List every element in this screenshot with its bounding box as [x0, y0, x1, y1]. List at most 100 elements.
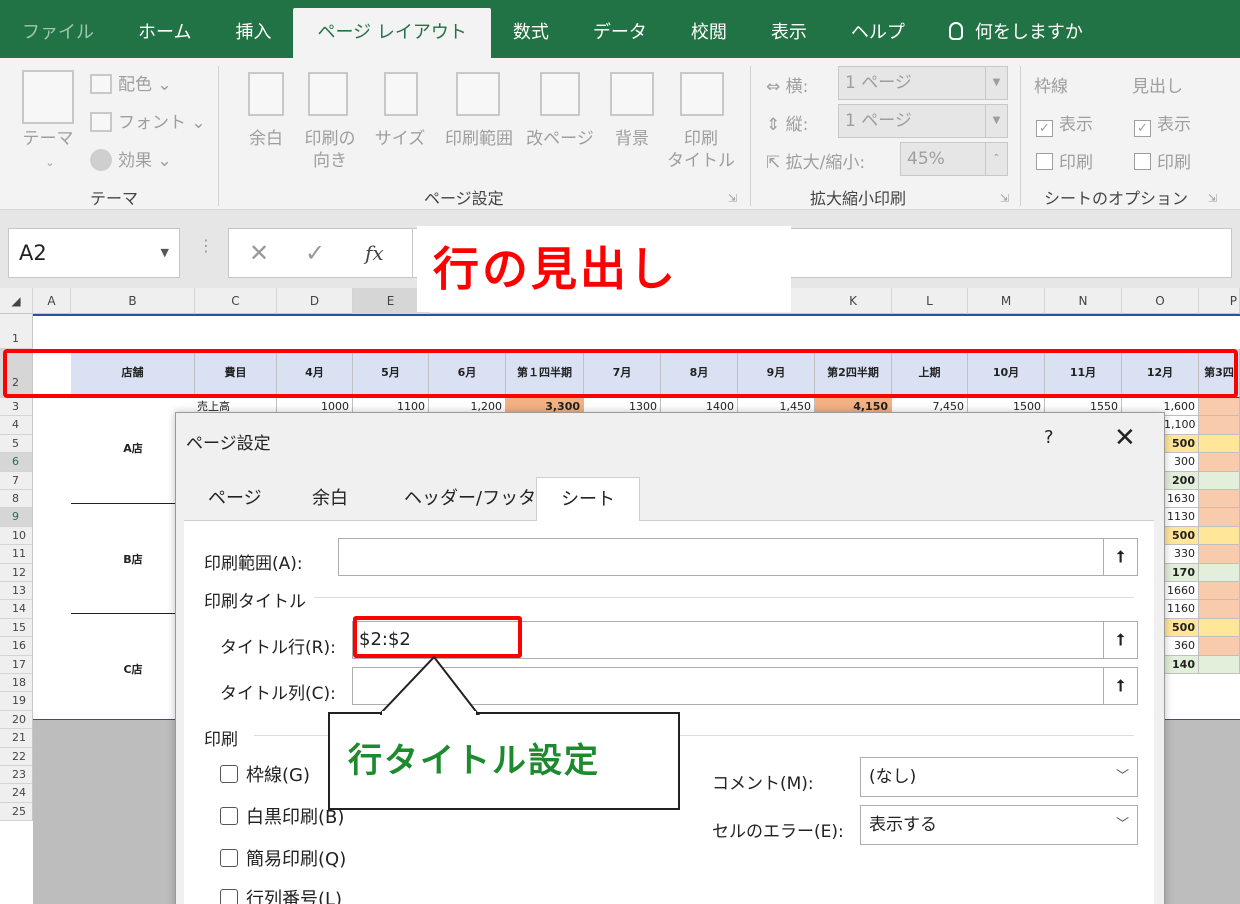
headings-view-checkbox[interactable]: ✓ 表示 — [1134, 110, 1191, 137]
tab-formulas[interactable]: 数式 — [491, 8, 571, 58]
table-cell[interactable]: 1130 — [1164, 508, 1199, 527]
column-header[interactable]: O — [1122, 288, 1199, 314]
table-cell[interactable]: 140 — [1164, 655, 1199, 674]
dialog-launcher-icon[interactable]: ⇲ — [728, 192, 737, 205]
table-cell[interactable]: 1,100 — [1164, 416, 1199, 435]
tab-home[interactable]: ホーム — [116, 8, 213, 58]
theme-icon[interactable] — [22, 70, 74, 124]
row-header[interactable]: 1 — [0, 314, 33, 349]
margins-button[interactable]: 余白 — [236, 128, 296, 150]
row-header[interactable]: 22 — [0, 747, 33, 766]
close-button[interactable]: ✕ — [1114, 423, 1136, 453]
table-cell[interactable]: 360 — [1164, 637, 1199, 656]
table-cell[interactable] — [1199, 416, 1240, 435]
row-col-headings-checkbox[interactable]: 行列番号(L) — [220, 885, 342, 904]
select-all-corner[interactable]: ◢ — [0, 288, 33, 314]
print-area-input[interactable]: ⭡ — [338, 538, 1138, 576]
row-header[interactable]: 7 — [0, 471, 33, 490]
table-cell[interactable] — [1199, 490, 1240, 509]
column-header[interactable]: N — [1045, 288, 1122, 314]
table-cell[interactable] — [1199, 526, 1240, 546]
row-header[interactable]: 13 — [0, 582, 33, 601]
tab-page-layout[interactable]: ページ レイアウト — [293, 8, 491, 58]
column-header[interactable]: B — [71, 288, 195, 314]
gridlines-view-checkbox[interactable]: ✓ 表示 — [1036, 110, 1093, 137]
table-cell[interactable]: 1630 — [1164, 490, 1199, 509]
scale-stepper[interactable]: 45% ⌃ — [900, 142, 1008, 176]
table-cell[interactable]: 330 — [1164, 545, 1199, 564]
insert-function-icon[interactable]: fx — [365, 229, 384, 277]
print-area-button[interactable]: 印刷範囲 — [436, 128, 522, 150]
table-cell[interactable]: 170 — [1164, 563, 1199, 582]
row-header[interactable]: 12 — [0, 563, 33, 582]
enter-icon[interactable]: ✓ — [305, 229, 325, 277]
table-cell[interactable]: 200 — [1164, 471, 1199, 490]
row-header[interactable]: 23 — [0, 766, 33, 785]
row-header[interactable]: 24 — [0, 784, 33, 803]
row-header[interactable]: 17 — [0, 655, 33, 674]
column-header[interactable]: M — [968, 288, 1045, 314]
width-select[interactable]: 1 ページ ▼ — [838, 66, 1008, 100]
table-cell[interactable]: 500 — [1164, 618, 1199, 638]
table-cell[interactable] — [1199, 471, 1240, 490]
cancel-icon[interactable]: ✕ — [249, 229, 269, 277]
row-header[interactable]: 8 — [0, 490, 33, 509]
table-cell[interactable] — [1199, 637, 1240, 656]
collapse-dialog-icon[interactable]: ⭡ — [1103, 622, 1137, 658]
tab-review[interactable]: 校閲 — [669, 8, 749, 58]
table-cell[interactable]: 1160 — [1164, 600, 1199, 619]
row-header[interactable]: 18 — [0, 674, 33, 693]
row-header[interactable]: 3 — [0, 398, 33, 417]
table-cell[interactable] — [1199, 618, 1240, 638]
dialog-launcher-icon[interactable]: ⇲ — [1208, 192, 1217, 205]
tab-margins[interactable]: 余白 — [288, 477, 372, 521]
background-button[interactable]: 背景 — [604, 128, 660, 150]
collapse-dialog-icon[interactable]: ⭡ — [1103, 539, 1137, 575]
gridlines-checkbox[interactable]: 枠線(G) — [220, 761, 310, 787]
column-header[interactable]: K — [815, 288, 892, 314]
comments-select[interactable]: (なし) ﹀ — [860, 757, 1138, 797]
table-cell[interactable] — [1199, 453, 1240, 472]
column-header[interactable]: A — [33, 288, 71, 314]
row-header[interactable]: 6 — [0, 453, 33, 472]
row-header[interactable]: 5 — [0, 434, 33, 454]
print-titles-button[interactable]: 印刷 タイトル — [666, 128, 736, 172]
table-cell[interactable] — [1199, 398, 1240, 416]
collapse-dialog-icon[interactable]: ⭡ — [1103, 668, 1137, 704]
table-cell[interactable] — [1199, 582, 1240, 601]
tab-data[interactable]: データ — [571, 8, 669, 58]
column-header[interactable]: D — [277, 288, 353, 314]
tab-help[interactable]: ヘルプ — [829, 8, 927, 58]
table-cell[interactable] — [1199, 545, 1240, 564]
help-button[interactable]: ? — [1044, 427, 1054, 448]
tab-insert[interactable]: 挿入 — [213, 8, 293, 58]
tab-view[interactable]: 表示 — [749, 8, 829, 58]
tell-me-search[interactable]: 何をしますか — [927, 8, 1105, 58]
row-header[interactable]: 21 — [0, 729, 33, 748]
tab-sheet[interactable]: シート — [536, 477, 640, 522]
colors-button[interactable]: 配色 ⌄ — [90, 70, 172, 95]
table-cell[interactable]: 500 — [1164, 434, 1199, 454]
effects-button[interactable]: 効果 ⌄ — [90, 146, 172, 171]
tab-file[interactable]: ファイル — [0, 8, 116, 58]
row-header[interactable]: 16 — [0, 637, 33, 656]
draft-quality-checkbox[interactable]: 簡易印刷(Q) — [220, 845, 346, 871]
table-cell[interactable] — [1199, 655, 1240, 674]
black-white-checkbox[interactable]: 白黒印刷(B) — [220, 803, 344, 829]
dialog-launcher-icon[interactable]: ⇲ — [1000, 192, 1009, 205]
themes-button[interactable]: テーマ — [18, 128, 78, 150]
tab-page[interactable]: ページ — [184, 477, 286, 521]
table-cell[interactable] — [1199, 434, 1240, 454]
height-select[interactable]: 1 ページ ▼ — [838, 104, 1008, 138]
name-box[interactable]: A2 ▼ — [8, 228, 180, 278]
gridlines-print-checkbox[interactable]: 印刷 — [1036, 148, 1093, 173]
column-header[interactable]: C — [195, 288, 277, 314]
errors-select[interactable]: 表示する ﹀ — [860, 805, 1138, 845]
headings-print-checkbox[interactable]: 印刷 — [1134, 148, 1191, 173]
breaks-button[interactable]: 改ページ — [522, 128, 598, 150]
row-header[interactable]: 11 — [0, 545, 33, 564]
size-button[interactable]: サイズ — [370, 128, 430, 150]
row-header[interactable]: 9 — [0, 508, 33, 527]
table-cell[interactable]: 300 — [1164, 453, 1199, 472]
table-cell[interactable]: 1660 — [1164, 582, 1199, 601]
